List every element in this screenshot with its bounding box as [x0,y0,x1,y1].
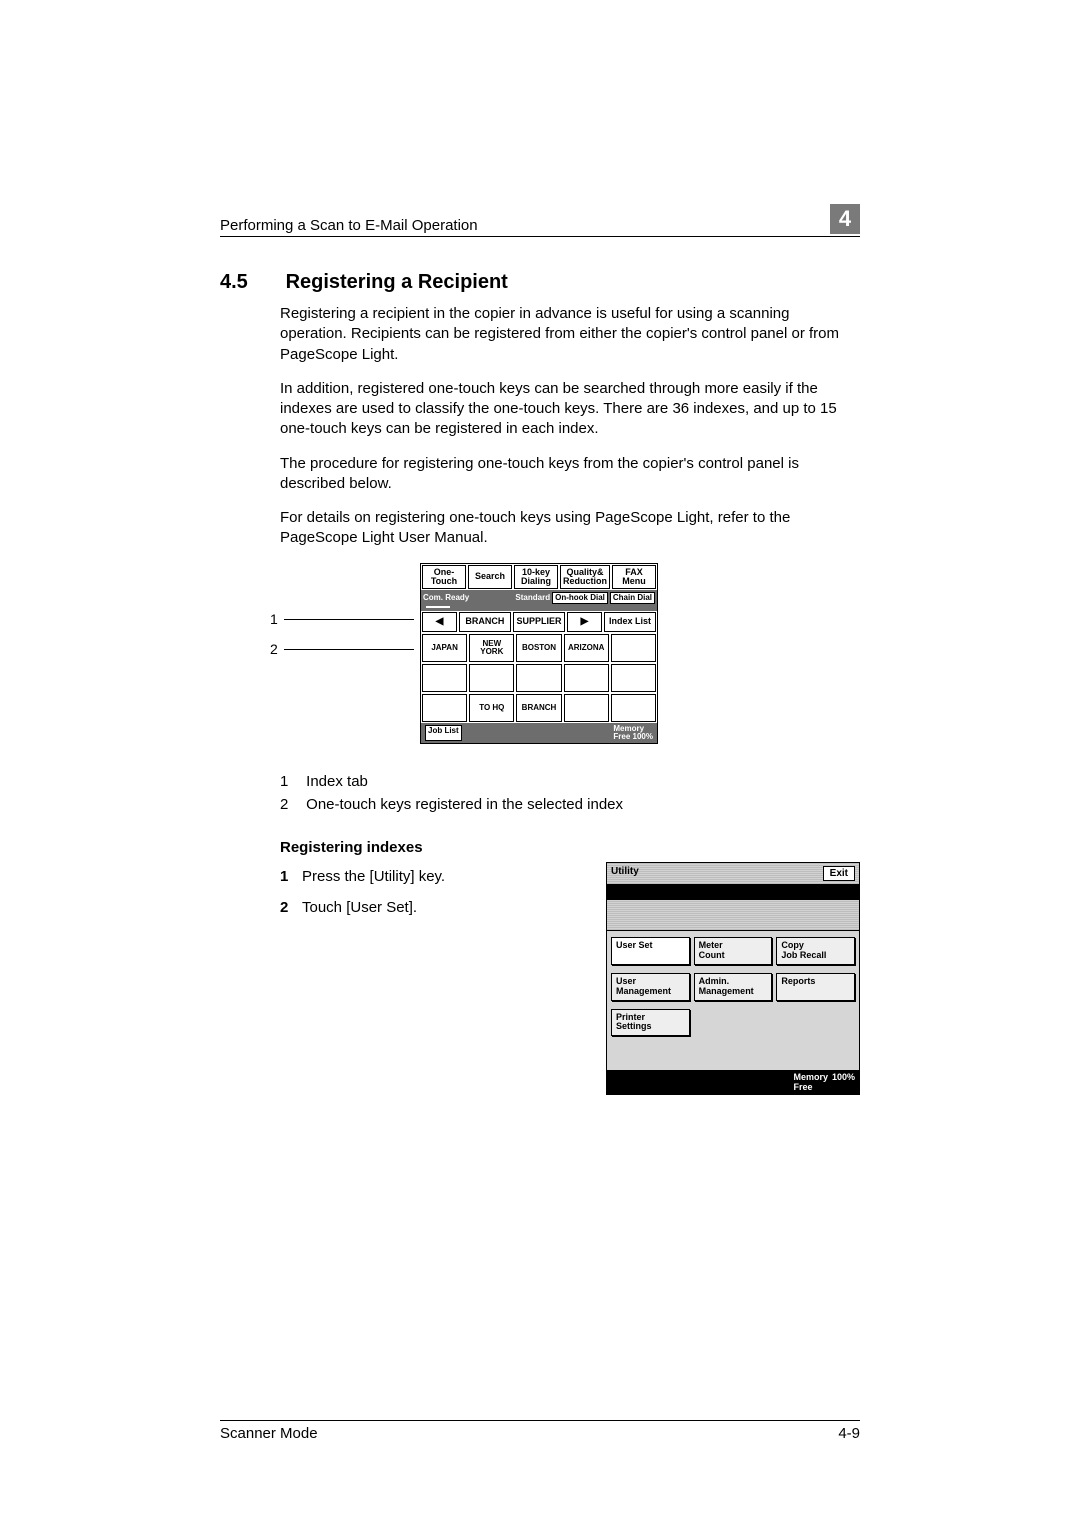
status-com-ready: Com. Ready [423,594,469,602]
page-footer: Scanner Mode 4-9 [220,1420,860,1442]
onetouch-row [421,663,657,693]
legend-item: 2 One-touch keys registered in the selec… [280,796,860,813]
utility-title-bar: Utility Exit [607,863,859,885]
index-prev-button[interactable]: ◀ [422,612,457,632]
utility-footer: Memory Free 100% [607,1070,859,1094]
tab-10key[interactable]: 10-key Dialing [514,565,558,589]
chain-dial-button[interactable]: Chain Dial [610,592,655,604]
utility-row: User Set Meter Count Copy Job Recall [611,937,855,965]
section-heading: 4.5 Registering a Recipient [220,271,860,294]
running-header: Performing a Scan to E-Mail Operation 4 [220,210,860,234]
on-hook-dial-button[interactable]: On-hook Dial [552,592,608,604]
onetouch-key[interactable] [564,664,609,692]
fax-job-bar: Job List Memory Free 100% [421,723,657,743]
onetouch-key[interactable] [422,694,467,722]
utility-panel: Utility Exit User Set Meter Count Copy J… [606,862,860,1095]
memory-free-value: 100% [832,1072,855,1092]
reports-button[interactable]: Reports [776,973,855,1001]
onetouch-key[interactable] [564,694,609,722]
memory-free-label: Memory Free 100% [613,725,653,741]
index-tab-supplier[interactable]: SUPPLIER [513,612,565,632]
memory-free-label: Memory Free [793,1072,828,1092]
page: Performing a Scan to E-Mail Operation 4 … [0,0,1080,1528]
utility-body: User Set Meter Count Copy Job Recall Use… [607,931,859,1070]
running-header-text: Performing a Scan to E-Mail Operation [220,217,478,234]
fax-tabs-row: One-Touch Search 10-key Dialing Quality&… [421,564,657,590]
tab-quality[interactable]: Quality& Reduction [560,565,610,589]
utility-row: User Management Admin. Management Report… [611,973,855,1001]
onetouch-row: TO HQ BRANCH [421,693,657,723]
callout-2: 2 [270,641,278,657]
paragraph: In addition, registered one-touch keys c… [280,379,860,440]
index-tab-branch[interactable]: BRANCH [459,612,511,632]
section-body: Registering a recipient in the copier in… [280,304,860,549]
tab-search[interactable]: Search [468,565,512,589]
onetouch-key[interactable] [422,664,467,692]
tab-fax-menu[interactable]: FAX Menu [612,565,656,589]
onetouch-key[interactable]: JAPAN [422,634,467,662]
index-list-button[interactable]: Index List [604,612,656,632]
legend-number: 1 [280,773,302,790]
onetouch-key[interactable]: NEW YORK [469,634,514,662]
paragraph: The procedure for registering one-touch … [280,454,860,495]
job-list-button[interactable]: Job List [425,725,462,741]
user-management-button[interactable]: User Management [611,973,690,1001]
onetouch-key[interactable]: TO HQ [469,694,514,722]
legend-text: Index tab [306,773,368,790]
step-text: Press the [Utility] key. [302,868,445,885]
index-next-button[interactable]: ▶ [567,612,602,632]
utility-row: Printer Settings [611,1009,855,1037]
section-title: Registering a Recipient [286,271,508,293]
chapter-badge: 4 [830,204,860,234]
exit-button[interactable]: Exit [823,866,855,881]
onetouch-key[interactable]: BOSTON [516,634,561,662]
onetouch-row: JAPAN NEW YORK BOSTON ARIZONA [421,633,657,663]
step-number: 2 [280,899,302,916]
onetouch-key[interactable] [611,664,656,692]
utility-strip [607,885,859,899]
fax-panel: One-Touch Search 10-key Dialing Quality&… [420,563,658,744]
status-standard: Standard [515,594,550,602]
tab-one-touch[interactable]: One-Touch [422,565,466,589]
fax-panel-figure: 1 2 One-Touch Search 10-key Dialing Qual… [280,563,860,743]
user-set-button[interactable]: User Set [611,937,690,965]
onetouch-key[interactable] [611,694,656,722]
meter-count-button[interactable]: Meter Count [694,937,773,965]
legend-text: One-touch keys registered in the selecte… [306,796,623,813]
sub-heading: Registering indexes [280,839,860,856]
legend-number: 2 [280,796,302,813]
footer-left: Scanner Mode [220,1425,318,1442]
admin-management-button[interactable]: Admin. Management [694,973,773,1001]
section-number: 4.5 [220,271,280,294]
paragraph: Registering a recipient in the copier in… [280,304,860,365]
onetouch-key[interactable]: ARIZONA [564,634,609,662]
footer-rule [220,1420,860,1421]
callout-1: 1 [270,611,278,627]
utility-strip [607,899,859,931]
fax-status-bar: Com. Ready Standard On-hook Dial Chain D… [421,590,657,606]
onetouch-key[interactable] [611,634,656,662]
step-text: Touch [User Set]. [302,899,417,916]
onetouch-key[interactable]: BRANCH [516,694,561,722]
footer-right: 4-9 [838,1425,860,1442]
figure-legend: 1 Index tab 2 One-touch keys registered … [280,773,860,813]
header-rule [220,236,860,237]
paragraph: For details on registering one-touch key… [280,508,860,549]
step-number: 1 [280,868,302,885]
copy-job-recall-button[interactable]: Copy Job Recall [776,937,855,965]
printer-settings-button[interactable]: Printer Settings [611,1009,690,1037]
onetouch-key[interactable] [516,664,561,692]
legend-item: 1 Index tab [280,773,860,790]
onetouch-key[interactable] [469,664,514,692]
utility-title: Utility [611,866,639,881]
index-row: ◀ BRANCH SUPPLIER ▶ Index List [421,611,657,633]
